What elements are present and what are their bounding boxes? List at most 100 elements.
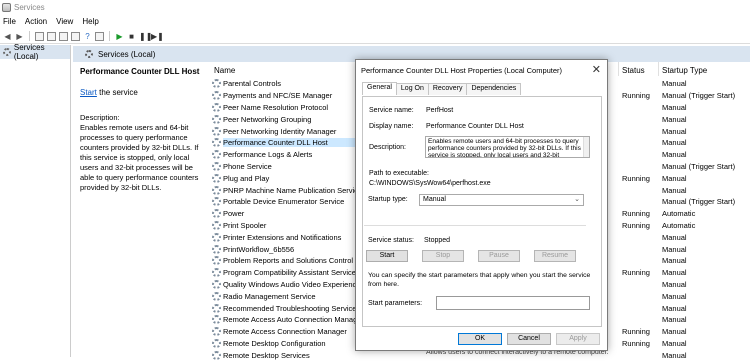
service-startup-type: Manual (Trigger Start) [662, 197, 736, 207]
service-startup-type: Automatic [662, 220, 696, 230]
start-parameters-hint: You can specify the start parameters tha… [368, 272, 591, 288]
dialog-title-bar: Performance Counter DLL Host Properties … [356, 60, 607, 80]
cancel-button[interactable]: Cancel [507, 333, 551, 345]
service-startup-type: Manual [662, 79, 687, 89]
service-name: Peer Networking Identity Manager [223, 126, 337, 136]
detail-description: Enables remote users and 64-bit processe… [80, 123, 199, 192]
tab-dependencies[interactable]: Dependencies [466, 83, 522, 95]
service-startup-type: Manual [662, 114, 687, 124]
service-startup-type: Manual [662, 185, 687, 195]
tab-recovery[interactable]: Recovery [427, 83, 468, 95]
service-name: Phone Service [223, 161, 272, 171]
service-name: Payments and NFC/SE Manager [223, 91, 333, 101]
chevron-down-icon: ⌄ [574, 196, 580, 203]
service-status: Running [622, 173, 650, 183]
menu-action[interactable]: Action [25, 17, 47, 26]
gear-icon [212, 338, 221, 348]
service-startup-type: Manual [662, 350, 687, 360]
column-separator [658, 62, 659, 76]
export-list-icon[interactable] [71, 31, 80, 41]
description-field[interactable]: Enables remote users and 64-bit processe… [425, 136, 590, 158]
service-name: PNRP Machine Name Publication Service [223, 185, 363, 195]
apply-button[interactable]: Apply [556, 333, 600, 345]
column-header-name[interactable]: Name [214, 66, 235, 78]
properties-dialog: Performance Counter DLL Host Properties … [355, 59, 608, 351]
service-startup-type: Manual [662, 303, 687, 313]
startup-type-select[interactable]: Manual ⌄ [419, 194, 584, 206]
close-icon[interactable]: ✕ [592, 63, 601, 76]
service-status: Running [622, 209, 650, 219]
console-tree: Services (Local) [0, 43, 71, 357]
service-name: Peer Networking Grouping [223, 114, 312, 124]
display-name-value: Performance Counter DLL Host [426, 123, 524, 130]
gear-icon [212, 327, 221, 337]
gear-icon [212, 350, 221, 360]
gear-icon [212, 279, 221, 289]
service-name: Printer Extensions and Notifications [223, 232, 342, 242]
pause-service-icon[interactable]: ❚❚ [139, 32, 152, 41]
service-name: Remote Access Connection Manager [223, 327, 347, 337]
gear-icon [212, 79, 221, 89]
service-name: Recommended Troubleshooting Service [223, 303, 357, 313]
dialog-tabs: General Log On Recovery Dependencies [362, 82, 522, 96]
start-service-link[interactable]: Start [80, 88, 97, 97]
menu-help[interactable]: Help [82, 17, 98, 26]
show-hide-console-tree-icon[interactable] [35, 31, 44, 41]
tab-general[interactable]: General [362, 82, 397, 95]
help-icon[interactable]: ? [83, 32, 92, 41]
path-to-executable-value: C:\WINDOWS\SysWow64\perfhost.exe [369, 180, 491, 187]
service-startup-type: Manual [662, 102, 687, 112]
service-startup-type: Manual [662, 327, 687, 337]
main-panel-title: Services (Local) [98, 49, 156, 59]
detail-service-title: Performance Counter DLL Host [80, 67, 200, 76]
service-startup-type: Manual (Trigger Start) [662, 91, 736, 101]
refresh-icon[interactable] [59, 31, 68, 41]
startup-type-label: Startup type: [368, 196, 408, 203]
resume-button[interactable]: Resume [534, 250, 576, 262]
service-name: Program Compatibility Assistant Service [223, 268, 356, 278]
start-button[interactable]: Start [366, 250, 408, 262]
service-name: Plug and Play [223, 173, 270, 183]
pause-button[interactable]: Pause [478, 250, 520, 262]
column-header-startup-type[interactable]: Startup Type [662, 66, 707, 78]
service-startup-type: Manual [662, 150, 687, 160]
menu-file[interactable]: File [3, 17, 16, 26]
stop-service-icon[interactable]: ■ [127, 32, 136, 41]
description-scrollbar[interactable] [583, 137, 589, 157]
tree-item-services-local[interactable]: Services (Local) [0, 43, 70, 61]
gear-icon [212, 197, 221, 207]
menu-view[interactable]: View [56, 17, 73, 26]
service-name: Peer Name Resolution Protocol [223, 102, 329, 112]
properties-icon[interactable] [47, 31, 56, 41]
service-startup-type: Manual [662, 291, 687, 301]
stop-button[interactable]: Stop [422, 250, 464, 262]
window-title: Services [14, 2, 45, 12]
service-startup-type: Manual [662, 138, 687, 148]
service-startup-type: Manual [662, 244, 687, 254]
ok-button[interactable]: OK [458, 333, 502, 345]
service-startup-type: Manual (Trigger Start) [662, 161, 736, 171]
service-status: Running [622, 220, 650, 230]
service-startup-type: Manual [662, 173, 687, 183]
tree-item-label: Services (Local) [13, 43, 45, 61]
column-header-status[interactable]: Status [622, 66, 645, 78]
service-status-label: Service status: [368, 237, 414, 244]
service-name: Power [223, 209, 245, 219]
gear-icon [212, 220, 221, 230]
start-parameters-input[interactable] [436, 296, 590, 310]
help-topics-icon[interactable] [95, 31, 104, 41]
description-label: Description: [369, 144, 406, 151]
restart-service-icon[interactable]: ▶❚ [151, 32, 164, 41]
service-name: Print Spooler [223, 220, 267, 230]
title-bar: Services [0, 0, 750, 14]
toolbar-separator [109, 31, 110, 41]
service-startup-type: Automatic [662, 209, 696, 219]
tab-log-on[interactable]: Log On [395, 83, 429, 95]
service-status: Running [622, 91, 650, 101]
service-status: Running [622, 268, 650, 278]
forward-arrow-icon[interactable]: ▶ [15, 32, 24, 41]
service-status: Running [622, 327, 650, 337]
back-arrow-icon[interactable]: ◀ [3, 32, 12, 41]
menu-bar: File Action View Help [0, 14, 750, 28]
start-service-icon[interactable]: ▶ [115, 32, 124, 41]
